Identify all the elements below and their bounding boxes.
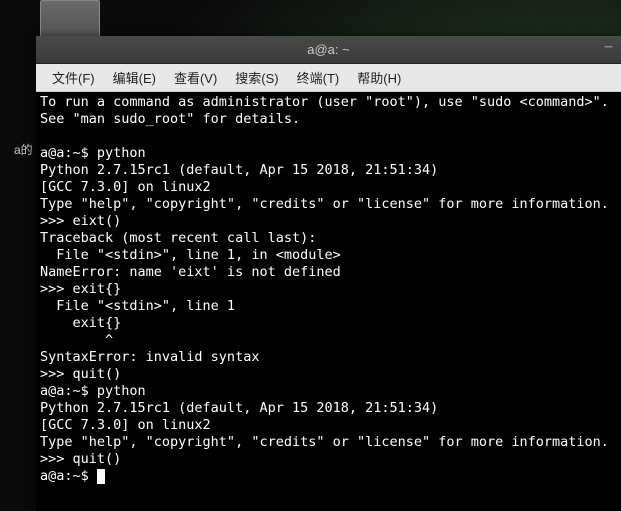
term-line: See "man sudo_root" for details. — [40, 111, 300, 127]
term-line: NameError: name 'eixt' is not defined — [40, 264, 341, 280]
term-line: a@a:~$ python — [40, 145, 146, 161]
term-line: File "<stdin>", line 1 — [40, 298, 235, 314]
term-line: [GCC 7.3.0] on linux2 — [40, 417, 211, 433]
menu-file[interactable]: 文件(F) — [44, 66, 103, 89]
minimize-button[interactable]: – — [604, 38, 613, 56]
menu-terminal[interactable]: 终端(T) — [289, 66, 348, 89]
term-line: Type "help", "copyright", "credits" or "… — [40, 434, 609, 450]
menu-edit[interactable]: 编辑(E) — [105, 66, 164, 89]
menubar: 文件(F) 编辑(E) 查看(V) 搜索(S) 终端(T) 帮助(H) — [36, 64, 621, 92]
term-line: To run a command as administrator (user … — [40, 94, 609, 110]
cursor-icon — [97, 469, 105, 484]
term-line: exit{} — [40, 315, 121, 331]
term-line: >>> exit{} — [40, 281, 121, 297]
term-line: Type "help", "copyright", "credits" or "… — [40, 196, 609, 212]
term-line: >>> eixt() — [40, 213, 121, 229]
term-line: >>> quit() — [40, 451, 121, 467]
term-line: [GCC 7.3.0] on linux2 — [40, 179, 211, 195]
menu-view[interactable]: 查看(V) — [166, 66, 225, 89]
menu-search[interactable]: 搜索(S) — [227, 66, 286, 89]
term-line: Python 2.7.15rc1 (default, Apr 15 2018, … — [40, 400, 438, 416]
term-line: >>> quit() — [40, 366, 121, 382]
term-line: a@a:~$ python — [40, 383, 146, 399]
term-line: Python 2.7.15rc1 (default, Apr 15 2018, … — [40, 162, 438, 178]
term-line: SyntaxError: invalid syntax — [40, 349, 259, 365]
term-line: ^ — [40, 332, 113, 348]
terminal-output[interactable]: To run a command as administrator (user … — [36, 92, 621, 511]
term-line: File "<stdin>", line 1, in <module> — [40, 247, 341, 263]
titlebar[interactable]: a@a: ~ – — [36, 36, 621, 64]
window-title: a@a: ~ — [307, 42, 349, 57]
term-prompt: a@a:~$ — [40, 468, 97, 484]
terminal-window: a@a: ~ – 文件(F) 编辑(E) 查看(V) 搜索(S) 终端(T) 帮… — [36, 36, 621, 511]
menu-help[interactable]: 帮助(H) — [349, 66, 409, 89]
desktop-folder-label: a的 — [14, 141, 33, 158]
term-line: Traceback (most recent call last): — [40, 230, 316, 246]
